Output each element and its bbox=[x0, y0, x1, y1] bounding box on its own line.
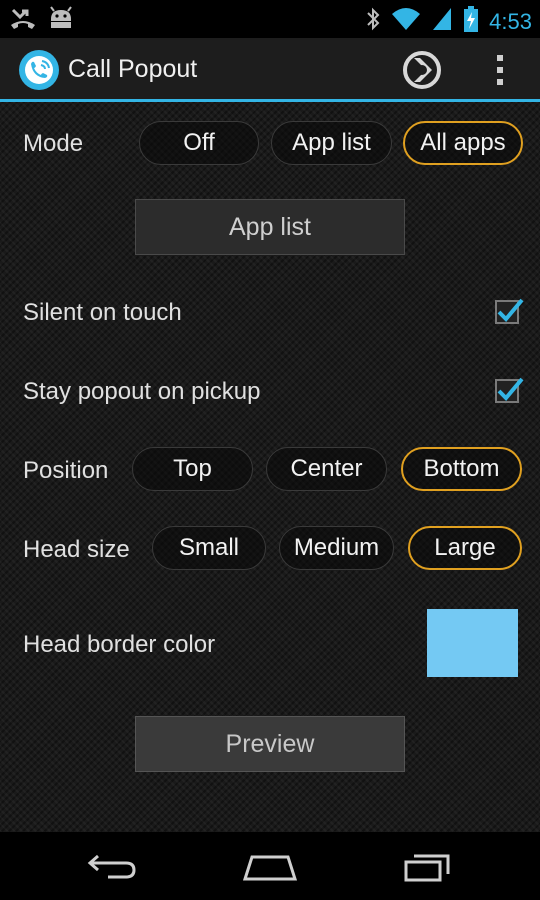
head-size-label: Head size bbox=[23, 536, 130, 563]
mode-option-off[interactable]: Off bbox=[139, 121, 259, 165]
position-option-bottom[interactable]: Bottom bbox=[401, 447, 522, 491]
home-icon[interactable] bbox=[242, 852, 298, 887]
battery-charging-icon bbox=[463, 5, 479, 38]
wifi-icon bbox=[391, 6, 421, 37]
signal-icon bbox=[431, 6, 453, 37]
stay-popout-checkbox[interactable] bbox=[495, 377, 524, 403]
head-size-option-medium[interactable]: Medium bbox=[279, 526, 394, 570]
head-size-option-small[interactable]: Small bbox=[152, 526, 266, 570]
stay-popout-label: Stay popout on pickup bbox=[23, 378, 261, 405]
action-bar: Call Popout bbox=[0, 38, 540, 102]
head-border-color-swatch[interactable] bbox=[427, 609, 518, 677]
status-bar: 4:53 bbox=[0, 0, 540, 38]
head-border-color-label: Head border color bbox=[23, 631, 216, 658]
app-list-button[interactable]: App list bbox=[135, 199, 405, 255]
missed-call-icon bbox=[10, 6, 36, 35]
app-title: Call Popout bbox=[68, 55, 198, 83]
overflow-menu-icon[interactable] bbox=[488, 52, 512, 93]
position-option-top[interactable]: Top bbox=[132, 447, 253, 491]
head-size-option-large[interactable]: Large bbox=[408, 526, 522, 570]
bluetooth-icon bbox=[365, 6, 381, 37]
android-debug-icon bbox=[48, 6, 74, 35]
recent-apps-icon[interactable] bbox=[402, 850, 454, 889]
checkmark-icon bbox=[497, 377, 524, 401]
silent-on-touch-label: Silent on touch bbox=[23, 299, 182, 326]
mode-option-app-list[interactable]: App list bbox=[271, 121, 392, 165]
app-logo-icon[interactable] bbox=[18, 49, 60, 91]
position-label: Position bbox=[23, 457, 109, 484]
clock: 4:53 bbox=[489, 8, 532, 34]
navigation-bar bbox=[0, 832, 540, 900]
mode-label: Mode bbox=[23, 130, 84, 157]
plex-icon[interactable] bbox=[402, 50, 442, 95]
position-option-center[interactable]: Center bbox=[266, 447, 387, 491]
back-icon[interactable] bbox=[86, 852, 138, 887]
settings-panel: Mode Off App list All apps App list Sile… bbox=[0, 102, 540, 832]
checkmark-icon bbox=[497, 298, 524, 322]
mode-option-all-apps[interactable]: All apps bbox=[403, 121, 523, 165]
preview-button[interactable]: Preview bbox=[135, 716, 405, 772]
silent-on-touch-checkbox[interactable] bbox=[495, 298, 524, 324]
